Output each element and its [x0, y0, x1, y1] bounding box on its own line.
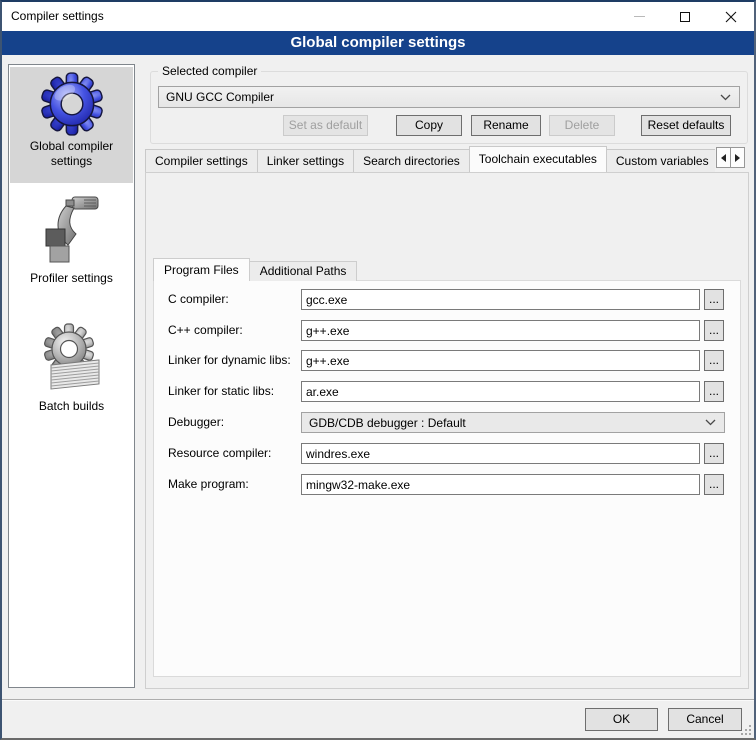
program-files-tabstrip: Program Files Additional Paths	[153, 258, 357, 281]
linker-static-label: Linker for static libs:	[168, 381, 274, 402]
selected-compiler-dropdown[interactable]: GNU GCC Compiler	[158, 86, 740, 108]
reset-defaults-button[interactable]: Reset defaults	[641, 115, 731, 136]
browse-button[interactable]: ...	[704, 474, 724, 495]
caption-buttons	[616, 2, 754, 31]
footer-divider	[0, 699, 756, 701]
cpp-compiler-label: C++ compiler:	[168, 320, 243, 341]
debugger-select[interactable]: GDB/CDB debugger : Default	[301, 412, 725, 433]
browse-button[interactable]: ...	[704, 350, 724, 371]
titlebar[interactable]: Compiler settings	[2, 2, 754, 31]
sidebar-item-batch-builds[interactable]: Batch builds	[10, 319, 133, 419]
debugger-value: GDB/CDB debugger : Default	[302, 416, 705, 430]
close-button[interactable]	[708, 2, 754, 31]
tab-custom-variables[interactable]: Custom variables	[606, 149, 715, 172]
tab-scroll-right-button[interactable]	[730, 147, 745, 168]
sidebar-item-profiler-settings[interactable]: Profiler settings	[10, 187, 133, 291]
minimize-button[interactable]	[616, 2, 662, 31]
cancel-button[interactable]: Cancel	[668, 708, 742, 731]
tab-toolchain-executables[interactable]: Toolchain executables	[469, 146, 607, 172]
chevron-down-icon	[705, 419, 716, 426]
sidebar-item-label: Global compiler settings	[10, 139, 133, 169]
rename-button[interactable]: Rename	[471, 115, 541, 136]
chevron-down-icon	[720, 94, 731, 101]
tab-program-files[interactable]: Program Files	[153, 258, 250, 281]
linker-dynamic-input[interactable]	[301, 350, 700, 371]
settings-category-sidebar: Global compiler settings Profiler settin…	[8, 64, 135, 688]
batch-builds-icon	[39, 323, 105, 397]
tab-additional-paths[interactable]: Additional Paths	[249, 261, 358, 281]
tab-compiler-settings[interactable]: Compiler settings	[145, 149, 258, 172]
make-program-label: Make program:	[168, 474, 249, 495]
blue-gear-icon	[39, 71, 105, 137]
browse-button[interactable]: ...	[704, 381, 724, 402]
minimize-icon	[634, 16, 645, 17]
arrow-left-icon	[721, 154, 726, 162]
browse-button[interactable]: ...	[704, 320, 724, 341]
tab-linker-settings[interactable]: Linker settings	[257, 149, 354, 172]
resource-compiler-input[interactable]	[301, 443, 700, 464]
make-program-input[interactable]	[301, 474, 700, 495]
profiler-caliper-icon	[40, 191, 104, 269]
set-as-default-button[interactable]: Set as default	[283, 115, 368, 136]
c-compiler-label: C compiler:	[168, 289, 229, 310]
debugger-label: Debugger:	[168, 412, 224, 433]
linker-static-input[interactable]	[301, 381, 700, 402]
maximize-icon	[680, 12, 690, 22]
settings-tabstrip: Compiler settings Linker settings Search…	[145, 146, 715, 172]
c-compiler-input[interactable]	[301, 289, 700, 310]
window-title: Compiler settings	[11, 2, 104, 31]
browse-button[interactable]: ...	[704, 443, 724, 464]
maximize-button[interactable]	[662, 2, 708, 31]
sidebar-item-label: Batch builds	[10, 399, 133, 414]
tab-scroll-left-button[interactable]	[716, 147, 731, 168]
resize-grip[interactable]	[740, 724, 752, 736]
compiler-settings-window: Compiler settings Global compiler settin…	[0, 0, 756, 740]
close-icon	[725, 11, 737, 23]
dialog-header: Global compiler settings	[2, 31, 754, 55]
selected-compiler-group-label: Selected compiler	[158, 64, 261, 78]
sidebar-item-global-compiler-settings[interactable]: Global compiler settings	[10, 67, 133, 183]
resource-compiler-label: Resource compiler:	[168, 443, 271, 464]
linker-dynamic-label: Linker for dynamic libs:	[168, 350, 291, 371]
sidebar-item-label: Profiler settings	[10, 271, 133, 286]
tab-search-directories[interactable]: Search directories	[353, 149, 470, 172]
ok-button[interactable]: OK	[585, 708, 658, 731]
tab-scroll-buttons	[716, 147, 745, 168]
arrow-right-icon	[735, 154, 740, 162]
selected-compiler-value: GNU GCC Compiler	[159, 90, 720, 104]
browse-button[interactable]: ...	[704, 289, 724, 310]
delete-button[interactable]: Delete	[549, 115, 615, 136]
copy-button[interactable]: Copy	[396, 115, 462, 136]
cpp-compiler-input[interactable]	[301, 320, 700, 341]
